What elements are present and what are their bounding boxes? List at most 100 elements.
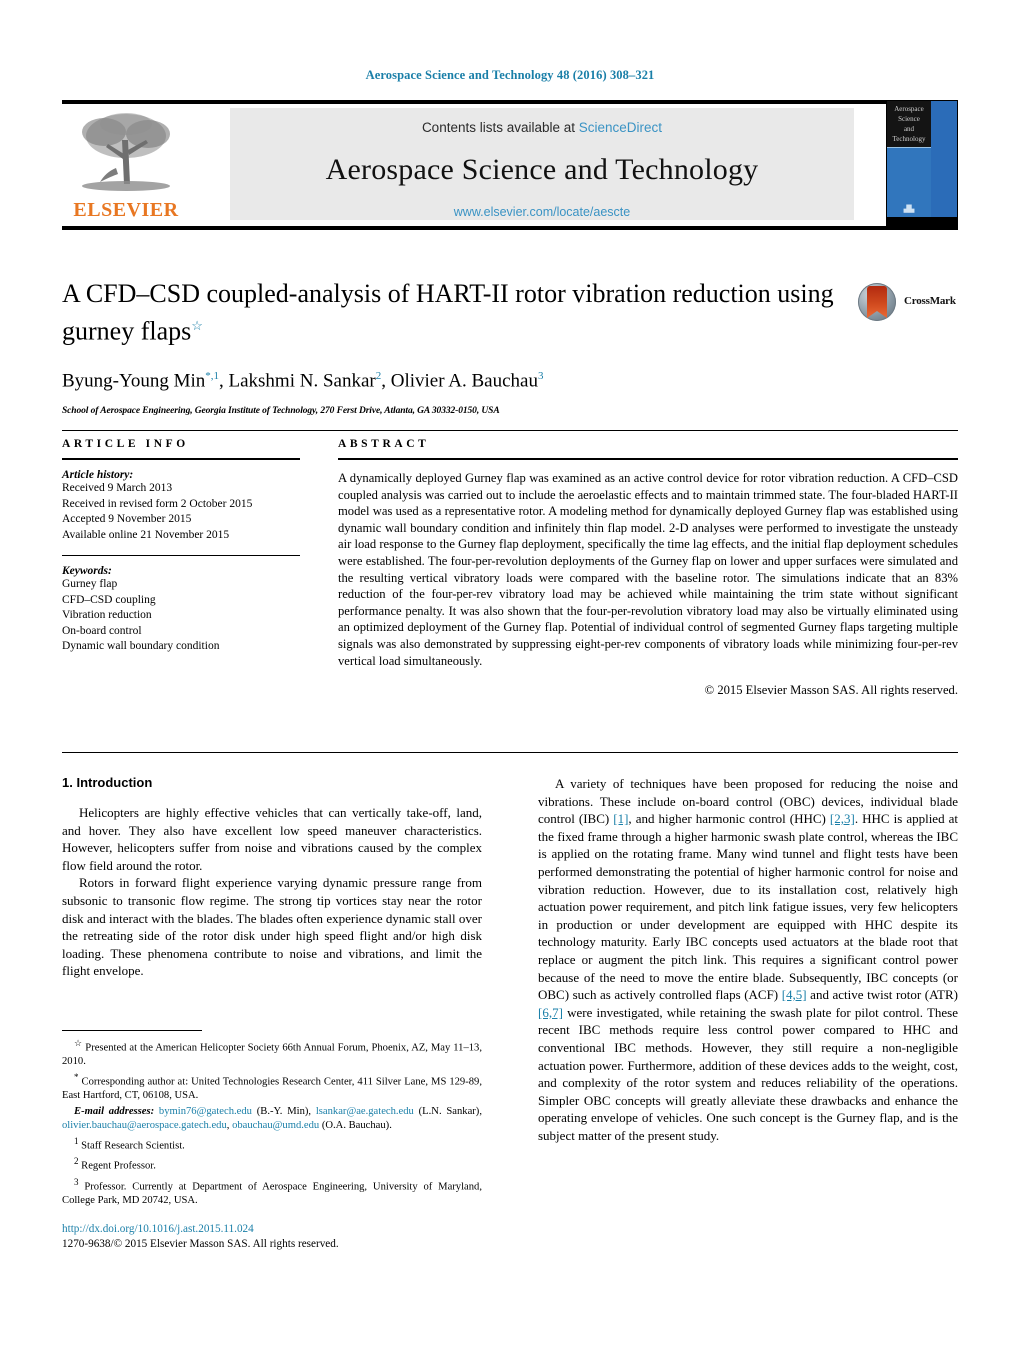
email-link-4[interactable]: obauchau@umd.edu bbox=[232, 1120, 319, 1131]
crossmark-badge-group[interactable]: CrossMark bbox=[858, 283, 962, 323]
info-band-bottom-rule bbox=[62, 752, 958, 753]
abstract-heading: ABSTRACT bbox=[338, 438, 430, 450]
keyword-item: CFD–CSD coupling bbox=[62, 593, 156, 606]
citation-ref-2-3[interactable]: [2,3] bbox=[830, 811, 855, 826]
author-3-sup[interactable]: 3 bbox=[538, 370, 544, 382]
title-footnote-marker[interactable]: ☆ bbox=[191, 318, 203, 333]
elsevier-logo: ELSEVIER bbox=[64, 108, 184, 220]
author-2-name: Lakshmi N. Sankar bbox=[228, 369, 376, 391]
journal-masthead: ELSEVIER Contents lists available at Sci… bbox=[62, 100, 958, 230]
cover-title-line-1: Aerospace bbox=[894, 105, 924, 113]
footnote-1-symbol: 1 bbox=[74, 1135, 79, 1146]
section-heading-introduction: 1. Introduction bbox=[62, 775, 153, 790]
keywords-block: Keywords: Gurney flap CFD–CSD coupling V… bbox=[62, 565, 300, 655]
footnote-corresponding: * Corresponding author at: United Techno… bbox=[62, 1071, 482, 1103]
author-list: Byung-Young Min*,1, Lakshmi N. Sankar2, … bbox=[62, 370, 842, 392]
footnote-star-text: Presented at the American Helicopter Soc… bbox=[62, 1042, 482, 1068]
article-info-rule-2 bbox=[62, 555, 300, 556]
article-history-online: Available online 21 November 2015 bbox=[62, 528, 230, 541]
keyword-item: Dynamic wall boundary condition bbox=[62, 640, 220, 652]
footnote-2: 2 Regent Professor. bbox=[62, 1155, 482, 1173]
elsevier-wordmark: ELSEVIER bbox=[73, 199, 179, 221]
title-line-1: A CFD–CSD coupled-analysis of HART-II ro… bbox=[62, 279, 834, 308]
doi-link[interactable]: http://dx.doi.org/10.1016/j.ast.2015.11.… bbox=[62, 1222, 339, 1237]
article-first-page: Aerospace Science and Technology 48 (201… bbox=[0, 0, 1020, 1351]
author-sep-1: , bbox=[219, 369, 229, 391]
intro-paragraph-2: Rotors in forward flight experience vary… bbox=[62, 875, 482, 979]
article-info-column: ARTICLE INFO Article history: Received 9… bbox=[62, 438, 300, 655]
email-link-2[interactable]: lsankar@ae.gatech.edu bbox=[316, 1106, 414, 1117]
email-1-owner: (B.-Y. Min), bbox=[251, 1106, 316, 1118]
footnote-emails: E-mail addresses: bymin76@gatech.edu (B.… bbox=[62, 1105, 482, 1133]
footnote-rule bbox=[62, 1030, 202, 1031]
masthead-top-rule bbox=[62, 100, 958, 104]
article-history-label: Article history: bbox=[62, 469, 134, 481]
abstract-copyright: © 2015 Elsevier Masson SAS. All rights r… bbox=[704, 683, 958, 698]
footnote-3-text: Professor. Currently at Department of Ae… bbox=[62, 1181, 482, 1206]
footnote-2-symbol: 2 bbox=[74, 1156, 79, 1167]
footnote-star: ☆ Presented at the American Helicopter S… bbox=[62, 1037, 482, 1069]
citation-ref-4-5[interactable]: [4,5] bbox=[782, 987, 807, 1002]
info-band-top-rule bbox=[62, 430, 958, 431]
crossmark-bookmark-shape bbox=[867, 286, 887, 318]
cover-elsevier-mini-icon: ▟▙ bbox=[903, 205, 915, 213]
cover-title-line-4: Technology bbox=[892, 135, 926, 143]
citation-ref-6-7[interactable]: [6,7] bbox=[538, 1005, 563, 1020]
citation-ref-1[interactable]: [1] bbox=[613, 811, 628, 826]
intro-p3-seg-c: . HHC is applied at the fixed frame thro… bbox=[538, 811, 958, 1003]
email-link-3[interactable]: olivier.bauchau@aerospace.gatech.edu bbox=[62, 1120, 227, 1131]
issn-copyright-line: 1270-9638/© 2015 Elsevier Masson SAS. Al… bbox=[62, 1238, 339, 1250]
intro-p3-seg-e: were investigated, while retaining the s… bbox=[538, 1004, 958, 1143]
title-line-2: gurney flaps bbox=[62, 316, 192, 346]
footnote-1-text: Staff Research Scientist. bbox=[81, 1140, 185, 1152]
email-link-1[interactable]: bymin76@gatech.edu bbox=[159, 1106, 252, 1117]
masthead-center-panel: Contents lists available at ScienceDirec… bbox=[230, 108, 854, 220]
footnote-3: 3 Professor. Currently at Department of … bbox=[62, 1176, 482, 1208]
abstract-text: A dynamically deployed Gurney flap was e… bbox=[338, 471, 958, 668]
sciencedirect-link[interactable]: ScienceDirect bbox=[579, 120, 662, 135]
title-block: A CFD–CSD coupled-analysis of HART-II ro… bbox=[62, 278, 842, 416]
crossmark-label: CrossMark bbox=[904, 295, 956, 307]
author-sep-2: , bbox=[381, 369, 391, 391]
author-1-sup[interactable]: *,1 bbox=[205, 370, 219, 382]
cover-right-panel bbox=[931, 101, 957, 229]
keyword-item: On-board control bbox=[62, 624, 142, 637]
footnote-1: 1 Staff Research Scientist. bbox=[62, 1135, 482, 1153]
body-column-right: A variety of techniques have been propos… bbox=[538, 775, 958, 1144]
article-info-heading: ARTICLE INFO bbox=[62, 438, 189, 450]
intro-p3-seg-b: , and higher harmonic control (HHC) bbox=[628, 811, 830, 827]
email-addresses-label: E-mail addresses: bbox=[74, 1106, 155, 1118]
email-2-owner: (L.N. Sankar), bbox=[413, 1106, 482, 1118]
article-history-received: Received 9 March 2013 bbox=[62, 482, 173, 494]
article-info-rule-1 bbox=[62, 458, 300, 460]
author-3-name: Olivier A. Bauchau bbox=[390, 369, 538, 391]
masthead-bottom-rule bbox=[62, 226, 958, 230]
footnote-block: ☆ Presented at the American Helicopter S… bbox=[62, 1030, 482, 1210]
journal-cover-thumbnail: Aerospace Science and Technology ▟▙ bbox=[886, 100, 958, 230]
contents-line: Contents lists available at ScienceDirec… bbox=[230, 120, 854, 135]
keyword-item: Vibration reduction bbox=[62, 609, 152, 621]
author-1-name: Byung-Young Min bbox=[62, 369, 206, 391]
footnote-corr-text: Corresponding author at: United Technolo… bbox=[62, 1076, 482, 1102]
intro-paragraph-3: A variety of techniques have been propos… bbox=[538, 775, 958, 1144]
abstract-column: ABSTRACT A dynamically deployed Gurney f… bbox=[338, 438, 958, 698]
journal-title: Aerospace Science and Technology bbox=[325, 153, 759, 186]
article-history-revised: Received in revised form 2 October 2015 bbox=[62, 497, 253, 510]
crossmark-icon[interactable] bbox=[858, 283, 896, 321]
body-column-left: 1. Introduction Helicopters are highly e… bbox=[62, 775, 482, 980]
elsevier-tree-icon bbox=[82, 113, 170, 191]
email-4-owner: (O.A. Bauchau). bbox=[319, 1120, 392, 1132]
intro-p3-seg-d: and active twist rotor (ATR) bbox=[806, 987, 958, 1003]
keyword-item: Gurney flap bbox=[62, 578, 118, 590]
footnote-3-symbol: 3 bbox=[74, 1176, 79, 1187]
doi-block: http://dx.doi.org/10.1016/j.ast.2015.11.… bbox=[62, 1222, 339, 1252]
footnote-corr-symbol: * bbox=[74, 1072, 79, 1083]
affiliation: School of Aerospace Engineering, Georgia… bbox=[62, 405, 500, 416]
keywords-label: Keywords: bbox=[62, 565, 112, 577]
journal-url[interactable]: www.elsevier.com/locate/aescte bbox=[230, 205, 854, 219]
cover-title-line-3: and bbox=[903, 125, 915, 133]
cover-title-box: Aerospace Science and Technology bbox=[887, 101, 931, 147]
article-history-accepted: Accepted 9 November 2015 bbox=[62, 513, 192, 525]
intro-paragraph-1: Helicopters are highly effective vehicle… bbox=[62, 805, 482, 873]
cover-title-line-2: Science bbox=[898, 115, 920, 123]
